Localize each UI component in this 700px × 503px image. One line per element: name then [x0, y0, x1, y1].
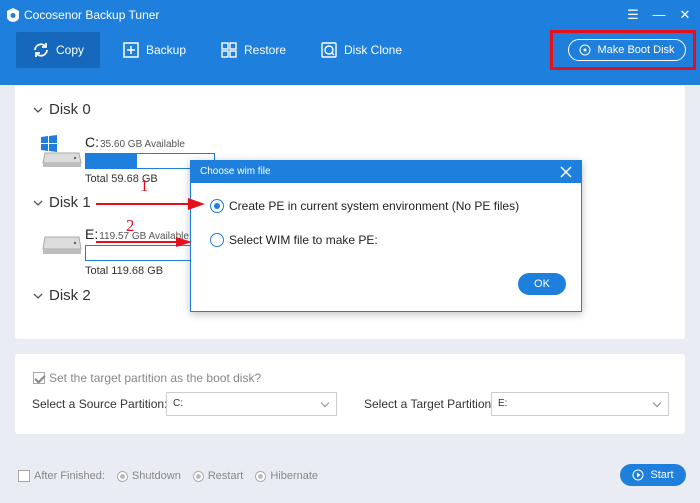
- disk-2-name: Disk 2: [49, 287, 91, 304]
- chevron-down-icon: [652, 398, 662, 408]
- partition-e-total: Total 119.68 GB: [85, 265, 164, 277]
- disk-clone-label: Disk Clone: [344, 43, 403, 57]
- start-button[interactable]: Start: [620, 464, 686, 486]
- copy-sync-icon: [34, 43, 48, 57]
- dialog-title: Choose wim file: [191, 161, 581, 183]
- backup-button[interactable]: Backup: [108, 32, 200, 68]
- annotation-number-1: 1: [140, 176, 149, 195]
- create-pe-radio[interactable]: [210, 199, 224, 213]
- chevron-down-icon: [320, 398, 330, 408]
- windows-drive-icon[interactable]: [39, 135, 83, 169]
- close-icon[interactable]: ✕: [676, 6, 694, 24]
- disk-0-name: Disk 0: [49, 101, 91, 118]
- select-wim-label: Select WIM file to make PE:: [229, 233, 378, 247]
- disk-0-header[interactable]: Disk 0: [33, 101, 91, 118]
- copy-options-panel: Set the target partition as the boot dis…: [15, 354, 685, 434]
- chevron-down-icon: [33, 200, 43, 206]
- title-bar: Cocosenor Backup Tuner ☰ — ✕: [0, 0, 700, 30]
- create-pe-label: Create PE in current system environment …: [229, 199, 520, 213]
- make-boot-disk-button[interactable]: Make Boot Disk: [568, 39, 686, 61]
- copy-button[interactable]: Copy: [16, 32, 100, 68]
- target-partition-select[interactable]: E:: [491, 392, 669, 416]
- partition-e[interactable]: E:119.57 GB Available: [85, 226, 189, 242]
- source-partition-label: Select a Source Partition:: [32, 397, 168, 411]
- dialog-option-create-pe[interactable]: Create PE in current system environment …: [210, 199, 519, 213]
- app-logo-icon: [7, 8, 19, 22]
- menu-icon[interactable]: ☰: [624, 6, 642, 24]
- hibernate-radio[interactable]: [255, 470, 267, 482]
- set-boot-label: Set the target partition as the boot dis…: [49, 371, 262, 385]
- source-partition-select[interactable]: C:: [166, 392, 337, 416]
- partition-c-usage-fill: [86, 154, 138, 168]
- restore-button[interactable]: Restore: [206, 32, 300, 68]
- play-icon: [632, 469, 644, 481]
- source-partition-value: C:: [173, 398, 183, 409]
- shutdown-label: Shutdown: [131, 470, 181, 482]
- restart-label: Restart: [207, 470, 244, 482]
- after-finished-checkbox[interactable]: [18, 470, 30, 482]
- chevron-down-icon: [33, 107, 43, 113]
- disk-clone-icon: [321, 42, 337, 58]
- chevron-down-icon: [33, 293, 43, 299]
- disk-2-header[interactable]: Disk 2: [33, 287, 91, 304]
- app-title: Cocosenor Backup Tuner: [24, 8, 160, 22]
- partition-c[interactable]: C:35.60 GB Available: [85, 134, 185, 150]
- target-partition-label: Select a Target Partition:: [364, 397, 495, 411]
- partition-c-letter: C:: [85, 134, 99, 150]
- after-finished-label: After Finished:: [34, 470, 105, 482]
- disk-clone-button[interactable]: Disk Clone: [306, 32, 416, 68]
- restore-icon: [221, 42, 237, 58]
- disk-1-header[interactable]: Disk 1: [33, 194, 91, 211]
- shutdown-radio[interactable]: [116, 470, 128, 482]
- choose-wim-dialog: Choose wim file Create PE in current sys…: [190, 160, 582, 312]
- minimize-icon[interactable]: —: [650, 6, 668, 24]
- dialog-close-icon[interactable]: [559, 165, 573, 179]
- set-boot-checkbox[interactable]: [33, 372, 45, 384]
- partition-e-letter: E:: [85, 226, 99, 242]
- set-boot-checkbox-row[interactable]: Set the target partition as the boot dis…: [33, 371, 261, 385]
- drive-icon[interactable]: [39, 231, 83, 265]
- after-finished-row: After Finished: Shutdown Restart Hiberna…: [18, 470, 318, 482]
- disc-icon: [579, 44, 591, 56]
- backup-icon: [123, 42, 139, 58]
- footer-bar: After Finished: Shutdown Restart Hiberna…: [0, 455, 700, 503]
- annotation-number-2: 2: [126, 216, 135, 235]
- dialog-ok-button[interactable]: OK: [518, 273, 566, 295]
- restore-label: Restore: [244, 43, 287, 57]
- dialog-option-select-wim[interactable]: Select WIM file to make PE:: [210, 233, 378, 247]
- copy-label: Copy: [55, 43, 84, 57]
- hibernate-label: Hibernate: [270, 470, 319, 482]
- target-partition-value: E:: [498, 398, 508, 409]
- partition-c-available: 35.60 GB Available: [100, 139, 185, 150]
- partition-e-available: 119.57 GB Available: [99, 231, 189, 242]
- disk-1-name: Disk 1: [49, 194, 91, 211]
- make-boot-disk-label: Make Boot Disk: [597, 44, 675, 56]
- start-label: Start: [650, 469, 674, 481]
- select-wim-radio[interactable]: [210, 233, 224, 247]
- restart-radio[interactable]: [192, 470, 204, 482]
- backup-label: Backup: [146, 43, 187, 57]
